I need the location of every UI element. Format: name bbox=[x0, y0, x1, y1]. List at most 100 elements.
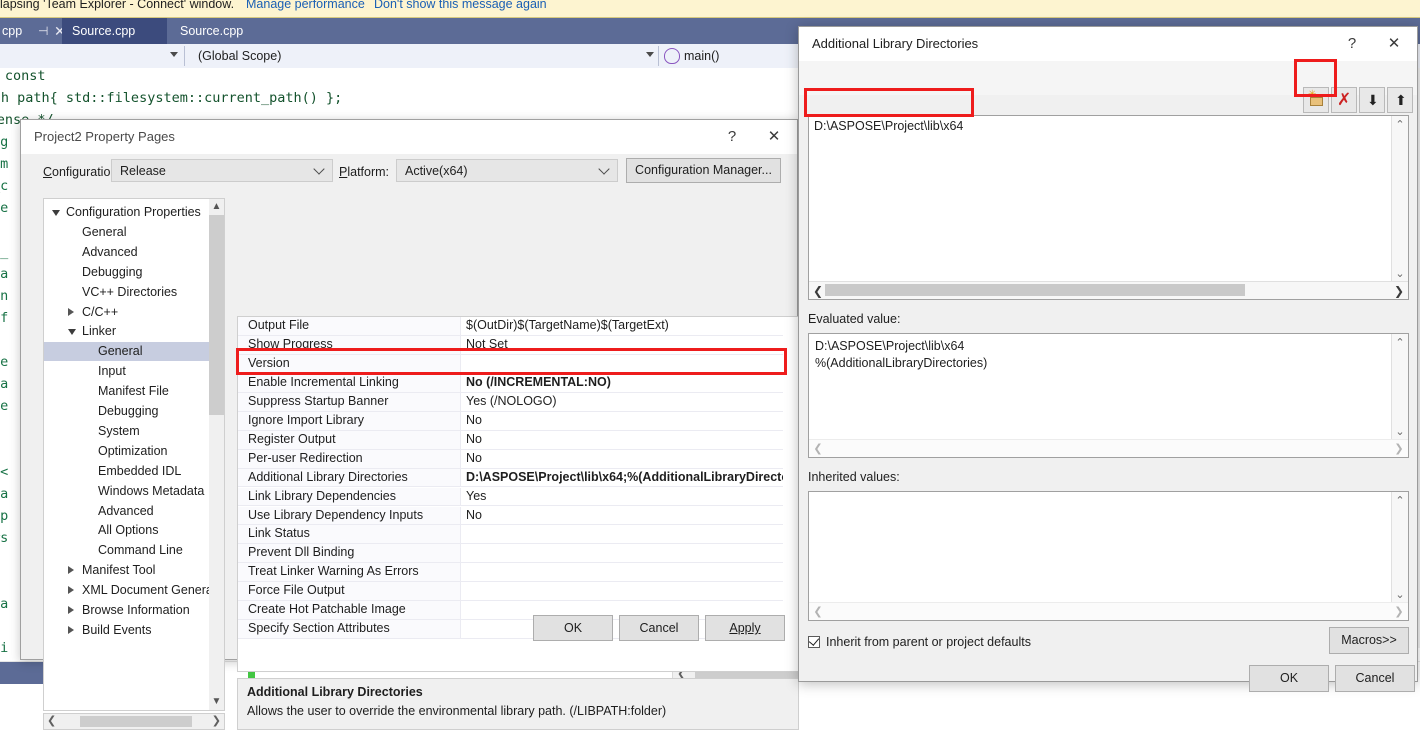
tree-vertical-scrollbar[interactable]: ▲ ▼ bbox=[209, 199, 224, 710]
tree-item-input[interactable]: Input bbox=[44, 362, 204, 381]
tree-item-manifest-file[interactable]: Manifest File bbox=[44, 382, 204, 401]
property-row[interactable]: Version bbox=[238, 354, 798, 374]
tree-item-advanced[interactable]: Advanced bbox=[44, 502, 204, 521]
tree-item-build-events[interactable]: Build Events bbox=[44, 621, 204, 640]
expander-closed-icon[interactable] bbox=[68, 625, 74, 634]
tree-item-c-c[interactable]: C/C++ bbox=[44, 303, 204, 322]
scroll-down-icon[interactable]: ⌄ bbox=[1392, 588, 1408, 601]
close-icon[interactable]: ✕ bbox=[1375, 27, 1413, 61]
editor-tab-source-cpp-secondary[interactable]: Source.cpp bbox=[170, 18, 275, 44]
help-icon[interactable]: ? bbox=[713, 120, 751, 154]
property-row[interactable]: Force File Output bbox=[238, 582, 798, 602]
property-row[interactable]: Link Library Dependencies Yes bbox=[238, 487, 798, 507]
property-value[interactable]: Yes bbox=[466, 489, 486, 503]
checkbox-box[interactable] bbox=[808, 635, 820, 648]
tree-item-command-line[interactable]: Command Line bbox=[44, 541, 204, 560]
property-value[interactable]: Yes (/NOLOGO) bbox=[466, 394, 557, 408]
chevron-down-icon[interactable] bbox=[313, 162, 325, 175]
expander-closed-icon[interactable] bbox=[68, 307, 74, 316]
scrollbar-thumb[interactable] bbox=[209, 215, 224, 415]
evaluated-vertical-scrollbar[interactable]: ⌃ ⌄ bbox=[1391, 334, 1408, 440]
expander-open-icon[interactable] bbox=[68, 329, 76, 336]
chevron-right-icon[interactable]: ❯ bbox=[1393, 605, 1405, 618]
configuration-combo[interactable]: Release bbox=[111, 159, 333, 182]
property-value[interactable]: No bbox=[466, 413, 482, 427]
tree-item-configuration-properties[interactable]: Configuration Properties bbox=[44, 203, 204, 222]
chevron-right-icon[interactable]: ❯ bbox=[212, 714, 221, 727]
help-icon[interactable]: ? bbox=[1333, 27, 1371, 61]
additional-library-directories-dialog[interactable]: Additional Library Directories ? ✕ ✳ ✗ ⬇… bbox=[798, 26, 1418, 692]
scroll-down-icon[interactable]: ⌄ bbox=[1392, 267, 1408, 280]
scroll-up-icon[interactable]: ⌃ bbox=[1392, 494, 1408, 507]
tree-item-browse-information[interactable]: Browse Information bbox=[44, 601, 204, 620]
property-pages-apply-button[interactable]: Apply bbox=[705, 615, 785, 641]
scroll-down-icon[interactable]: ⌄ bbox=[1392, 425, 1408, 438]
navbar-scope-combo[interactable]: (Global Scope) bbox=[196, 44, 656, 68]
chevron-down-icon[interactable] bbox=[170, 52, 178, 57]
property-row[interactable]: Prevent Dll Binding bbox=[238, 544, 798, 564]
property-row[interactable]: Output File $(OutDir)$(TargetName)$(Targe… bbox=[238, 317, 798, 336]
tree-item-general[interactable]: General bbox=[44, 223, 204, 242]
navbar-file-combo[interactable] bbox=[0, 44, 182, 68]
move-up-icon[interactable]: ⬆ bbox=[1387, 87, 1413, 113]
move-down-icon[interactable]: ⬇ bbox=[1359, 87, 1385, 113]
chevron-left-icon[interactable]: ❮ bbox=[812, 442, 824, 455]
property-row[interactable]: Use Library Dependency Inputs No bbox=[238, 506, 798, 526]
chevron-right-icon[interactable]: ❯ bbox=[1393, 284, 1405, 298]
property-pages-dialog[interactable]: Project2 Property Pages ? ✕ Configuratio… bbox=[20, 119, 799, 730]
property-value[interactable]: No bbox=[466, 508, 482, 522]
list-horizontal-scrollbar[interactable]: ❮ ❯ bbox=[809, 281, 1408, 299]
chevron-left-icon[interactable]: ❮ bbox=[812, 284, 824, 298]
property-row[interactable]: Per-user Redirection No bbox=[238, 449, 798, 469]
property-pages-cancel-button[interactable]: Cancel bbox=[619, 615, 699, 641]
tree-item-linker[interactable]: Linker bbox=[44, 322, 204, 341]
configuration-manager-button[interactable]: Configuration Manager... bbox=[626, 158, 781, 183]
property-row[interactable]: Link Status bbox=[238, 525, 798, 545]
property-value[interactable]: No bbox=[466, 451, 482, 465]
library-entry-item[interactable]: D:\ASPOSE\Project\lib\x64 bbox=[814, 119, 963, 133]
tree-item-system[interactable]: System bbox=[44, 422, 204, 441]
property-row[interactable]: Enable Incremental Linking No (/INCREMENT… bbox=[238, 373, 798, 393]
tree-item-vc-directories[interactable]: VC++ Directories bbox=[44, 283, 204, 302]
expander-closed-icon[interactable] bbox=[68, 586, 74, 595]
scrollbar-thumb[interactable] bbox=[825, 284, 1245, 296]
scroll-up-icon[interactable]: ▲ bbox=[209, 199, 224, 215]
property-row[interactable]: Show Progress Not Set bbox=[238, 335, 798, 355]
scroll-up-icon[interactable]: ⌃ bbox=[1392, 336, 1408, 349]
info-bar-dont-show-link[interactable]: Don't show this message again bbox=[374, 0, 547, 11]
scroll-up-icon[interactable]: ⌃ bbox=[1392, 118, 1408, 131]
scroll-down-icon[interactable]: ▼ bbox=[209, 694, 224, 710]
inherited-horizontal-scrollbar[interactable]: ❮ ❯ bbox=[809, 602, 1408, 620]
editor-tab-clipped[interactable]: cpp bbox=[0, 18, 34, 44]
library-entries-list[interactable]: D:\ASPOSE\Project\lib\x64 ⌃ ⌄ ❮ ❯ bbox=[808, 115, 1409, 300]
tree-item-debugging[interactable]: Debugging bbox=[44, 263, 204, 282]
tree-item-embedded-idl[interactable]: Embedded IDL bbox=[44, 462, 204, 481]
property-value[interactable]: Not Set bbox=[466, 337, 508, 351]
pin-icon[interactable]: ⊣ bbox=[38, 18, 48, 44]
info-bar-manage-performance-link[interactable]: Manage performance bbox=[246, 0, 365, 11]
property-value[interactable]: D:\ASPOSE\Project\lib\x64;%(AdditionalLi… bbox=[466, 470, 798, 484]
tree-item-windows-metadata[interactable]: Windows Metadata bbox=[44, 482, 204, 501]
configuration-tree[interactable]: Configuration Properties General Advanced D… bbox=[43, 198, 225, 711]
close-icon[interactable]: ✕ bbox=[755, 120, 793, 154]
new-folder-icon[interactable]: ✳ bbox=[1303, 87, 1329, 113]
property-row[interactable]: Additional Library Directories D:\ASPOSE\… bbox=[238, 468, 798, 488]
tree-item-all-options[interactable]: All Options bbox=[44, 521, 204, 540]
tree-horizontal-scrollbar[interactable]: ❮ ❯ bbox=[43, 713, 225, 730]
evaluated-horizontal-scrollbar[interactable]: ❮ ❯ bbox=[809, 439, 1408, 457]
property-row[interactable]: Suppress Startup Banner Yes (/NOLOGO) bbox=[238, 392, 798, 412]
property-row[interactable]: Register Output No bbox=[238, 430, 798, 450]
list-vertical-scrollbar[interactable]: ⌃ ⌄ bbox=[1391, 116, 1408, 282]
property-row[interactable]: Ignore Import Library No bbox=[238, 411, 798, 431]
scrollbar-thumb[interactable] bbox=[80, 716, 192, 727]
tree-item-manifest-tool[interactable]: Manifest Tool bbox=[44, 561, 204, 580]
tree-item-advanced[interactable]: Advanced bbox=[44, 243, 204, 262]
chevron-right-icon[interactable]: ❯ bbox=[1393, 442, 1405, 455]
tree-item-optimization[interactable]: Optimization bbox=[44, 442, 204, 461]
expander-open-icon[interactable] bbox=[52, 210, 60, 216]
property-row[interactable]: Treat Linker Warning As Errors bbox=[238, 563, 798, 583]
editor-tab-source-cpp-active[interactable]: Source.cpp bbox=[62, 18, 167, 44]
library-dialog-ok-button[interactable]: OK bbox=[1249, 665, 1329, 692]
grid-vertical-scrollbar[interactable] bbox=[783, 317, 798, 671]
delete-icon[interactable]: ✗ bbox=[1331, 87, 1357, 113]
